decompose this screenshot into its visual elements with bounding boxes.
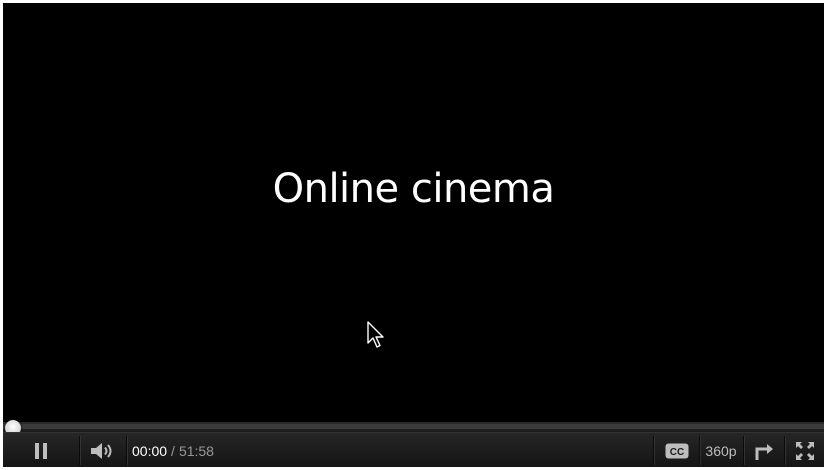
video-area[interactable]: Online cinema <box>3 3 824 422</box>
video-player[interactable]: Online cinema 00:00 / 51:58 CC 360p <box>3 3 824 467</box>
captions-icon: CC <box>665 443 688 458</box>
quality-label: 360p <box>705 442 737 459</box>
time-display: 00:00 / 51:58 <box>132 433 214 467</box>
duration-time: 51:58 <box>178 442 214 459</box>
volume-icon <box>91 442 112 459</box>
video-title-text: Online cinema <box>272 166 555 212</box>
pause-button[interactable] <box>3 433 79 467</box>
quality-button[interactable]: 360p <box>700 433 742 467</box>
captions-button[interactable]: CC <box>654 433 699 467</box>
current-time: 00:00 <box>132 442 168 459</box>
svg-text:CC: CC <box>669 447 683 458</box>
pause-icon <box>35 442 47 459</box>
fullscreen-icon <box>795 441 814 460</box>
popout-icon <box>755 443 773 460</box>
time-separator: / <box>171 442 175 459</box>
fullscreen-button[interactable] <box>785 433 824 467</box>
progress-bar[interactable] <box>3 420 824 436</box>
mouse-cursor-icon <box>367 321 384 348</box>
popout-button[interactable] <box>744 433 784 467</box>
progress-track[interactable] <box>3 424 824 429</box>
controls-bar: 00:00 / 51:58 CC 360p <box>3 432 824 467</box>
volume-button[interactable] <box>80 433 126 467</box>
